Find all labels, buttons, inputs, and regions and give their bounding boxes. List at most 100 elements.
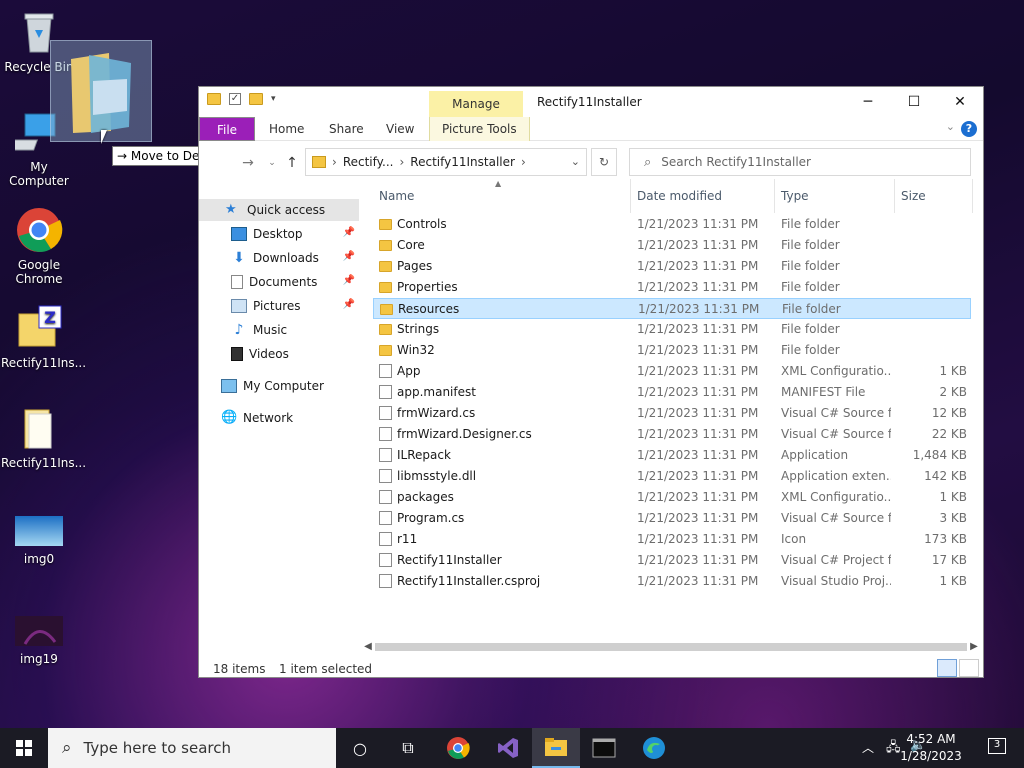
chrome-taskbar-icon[interactable] xyxy=(434,728,482,768)
desktop-icon-rectify11-folder[interactable]: Rectify11Ins... xyxy=(1,404,86,470)
tab-file[interactable]: File xyxy=(199,117,255,141)
minimize-button[interactable]: ─ xyxy=(845,87,891,117)
table-row[interactable]: Rectify11Installer.csproj 1/21/2023 11:31… xyxy=(373,571,971,592)
command-prompt-icon[interactable] xyxy=(580,728,628,768)
sidebar-item-documents[interactable]: Documents 📌 xyxy=(199,271,359,293)
sidebar-item-my-computer[interactable]: My Computer xyxy=(199,375,359,397)
address-bar[interactable]: › Rectify... › Rectify11Installer › ⌄ xyxy=(305,148,587,176)
pin-icon[interactable]: 📌 xyxy=(343,251,355,262)
pin-icon[interactable]: 📌 xyxy=(343,275,355,286)
table-row[interactable]: Core 1/21/2023 11:31 PM File folder xyxy=(373,235,971,256)
file-icon xyxy=(379,406,392,420)
cell-type: Visual C# Source f... xyxy=(781,406,891,420)
table-row[interactable]: libmsstyle.dll 1/21/2023 11:31 PM Applicat… xyxy=(373,466,971,487)
desktop-icon-img19[interactable]: img19 xyxy=(1,616,77,666)
desktop-icon-rectify11-zip[interactable]: Z Rectify11Ins... xyxy=(1,304,86,370)
breadcrumb-item[interactable]: Rectify11Installer xyxy=(410,155,515,169)
table-row[interactable]: Properties 1/21/2023 11:31 PM File folder xyxy=(373,277,971,298)
table-row[interactable]: frmWizard.Designer.cs 1/21/2023 11:31 PM V… xyxy=(373,424,971,445)
folder-icon xyxy=(379,345,392,356)
scroll-right-icon[interactable]: ▶ xyxy=(967,639,981,655)
sidebar-item-music[interactable]: ♪ Music xyxy=(199,319,359,341)
large-icons-view-button[interactable] xyxy=(959,659,979,677)
cell-date: 1/21/2023 11:31 PM xyxy=(637,427,759,441)
cell-name: Rectify11Installer.csproj xyxy=(397,574,541,588)
tab-picture-tools[interactable]: Picture Tools xyxy=(429,117,530,141)
sidebar-item-videos[interactable]: Videos xyxy=(199,343,359,365)
sidebar-item-label: My Computer xyxy=(243,379,324,393)
table-row[interactable]: Controls 1/21/2023 11:31 PM File folder xyxy=(373,214,971,235)
chevron-down-icon[interactable]: ▾ xyxy=(271,94,276,104)
visual-studio-icon[interactable] xyxy=(484,728,532,768)
pin-icon[interactable]: 📌 xyxy=(343,299,355,310)
cell-type: Visual C# Source f... xyxy=(781,511,891,525)
file-explorer-taskbar-icon[interactable] xyxy=(532,728,580,768)
scroll-left-icon[interactable]: ◀ xyxy=(361,639,375,655)
table-row[interactable]: App 1/21/2023 11:31 PM XML Configuratio...… xyxy=(373,361,971,382)
table-row[interactable]: Win32 1/21/2023 11:31 PM File folder xyxy=(373,340,971,361)
new-folder-icon[interactable] xyxy=(249,93,263,105)
desktop-icon-img0[interactable]: img0 xyxy=(1,516,77,566)
expand-ribbon-icon[interactable]: ⌄ xyxy=(946,120,955,133)
file-icon xyxy=(379,511,392,525)
table-row[interactable]: Rectify11Installer 1/21/2023 11:31 PM Visu… xyxy=(373,550,971,571)
cell-size: 2 KB xyxy=(939,385,967,399)
table-row[interactable]: Pages 1/21/2023 11:31 PM File folder xyxy=(373,256,971,277)
forward-arrow-icon[interactable]: → xyxy=(237,151,259,175)
column-header-size[interactable]: Size xyxy=(895,179,973,213)
details-view-button[interactable] xyxy=(937,659,957,677)
start-button[interactable] xyxy=(0,728,48,768)
table-row[interactable]: Strings 1/21/2023 11:31 PM File folder xyxy=(373,319,971,340)
title-bar[interactable]: ✓ ▾ Manage Rectify11Installer ─ ☐ ✕ xyxy=(199,87,983,117)
refresh-button[interactable]: ↻ xyxy=(591,148,617,176)
tab-view[interactable]: View xyxy=(374,117,426,141)
sidebar-item-label: Documents xyxy=(249,275,318,289)
search-input[interactable]: ⌕ Search Rectify11Installer xyxy=(629,148,971,176)
tab-home[interactable]: Home xyxy=(257,117,316,141)
tab-share[interactable]: Share xyxy=(317,117,376,141)
close-button[interactable]: ✕ xyxy=(937,87,983,117)
clock[interactable]: 4:52 AM 1/28/2023 xyxy=(896,731,966,765)
sidebar-item-pictures[interactable]: Pictures 📌 xyxy=(199,295,359,317)
recent-locations-chevron-icon[interactable]: ⌄ xyxy=(261,151,283,175)
folder-icon xyxy=(15,404,63,452)
cell-type: XML Configuratio... xyxy=(781,364,891,378)
up-arrow-icon[interactable]: ↑ xyxy=(281,151,303,175)
pin-icon[interactable]: 📌 xyxy=(343,227,355,238)
folder-icon xyxy=(379,261,392,272)
table-row[interactable]: app.manifest 1/21/2023 11:31 PM MANIFEST F… xyxy=(373,382,971,403)
table-row[interactable]: Resources 1/21/2023 11:31 PM File folder xyxy=(373,298,971,319)
desktop-icon-google-chrome[interactable]: Google Chrome xyxy=(1,206,77,286)
table-row[interactable]: frmWizard.cs 1/21/2023 11:31 PM Visual C# … xyxy=(373,403,971,424)
task-view-icon[interactable]: ⧉ xyxy=(384,728,432,768)
cell-name: App xyxy=(397,364,421,378)
scrollbar-thumb[interactable] xyxy=(375,643,967,651)
sidebar-item-desktop[interactable]: Desktop 📌 xyxy=(199,223,359,245)
breadcrumb-item[interactable]: Rectify... xyxy=(343,155,394,169)
cortana-icon[interactable]: ○ xyxy=(336,728,384,768)
notification-center-icon[interactable]: 3 xyxy=(988,738,1006,754)
desktop-icon xyxy=(231,227,247,241)
column-header-type[interactable]: Type xyxy=(775,179,895,213)
manage-tab-group[interactable]: Manage xyxy=(429,91,523,117)
chevron-up-icon[interactable]: ︿ xyxy=(862,739,874,756)
horizontal-scrollbar[interactable]: ◀ ▶ xyxy=(361,639,983,655)
column-header-name[interactable]: Name xyxy=(373,179,631,213)
table-row[interactable]: packages 1/21/2023 11:31 PM XML Configurat… xyxy=(373,487,971,508)
sidebar-item-downloads[interactable]: ⬇ Downloads 📌 xyxy=(199,247,359,269)
column-header-date-modified[interactable]: Date modified xyxy=(631,179,775,213)
table-row[interactable]: Program.cs 1/21/2023 11:31 PM Visual C# So… xyxy=(373,508,971,529)
ribbon-tabs: File Home Share View Picture Tools ⌄ ? xyxy=(199,117,983,141)
chevron-down-icon[interactable]: ⌄ xyxy=(571,155,580,168)
sidebar-item-network[interactable]: 🌐 Network xyxy=(199,407,359,429)
edge-icon[interactable] xyxy=(630,728,678,768)
properties-check-icon[interactable]: ✓ xyxy=(229,93,241,105)
help-icon[interactable]: ? xyxy=(961,121,977,137)
maximize-button[interactable]: ☐ xyxy=(891,87,937,117)
taskbar: ⌕ Type here to search ○ ⧉ ︿ 🖧 🔈 4:52 AM … xyxy=(0,728,1024,768)
table-row[interactable]: r11 1/21/2023 11:31 PM Icon 173 KB xyxy=(373,529,971,550)
sidebar-item-label: Videos xyxy=(249,347,289,361)
taskbar-search-box[interactable]: ⌕ Type here to search xyxy=(48,728,336,768)
sidebar-item-quick-access[interactable]: ★ Quick access xyxy=(199,199,359,221)
table-row[interactable]: ILRepack 1/21/2023 11:31 PM Application 1,4… xyxy=(373,445,971,466)
